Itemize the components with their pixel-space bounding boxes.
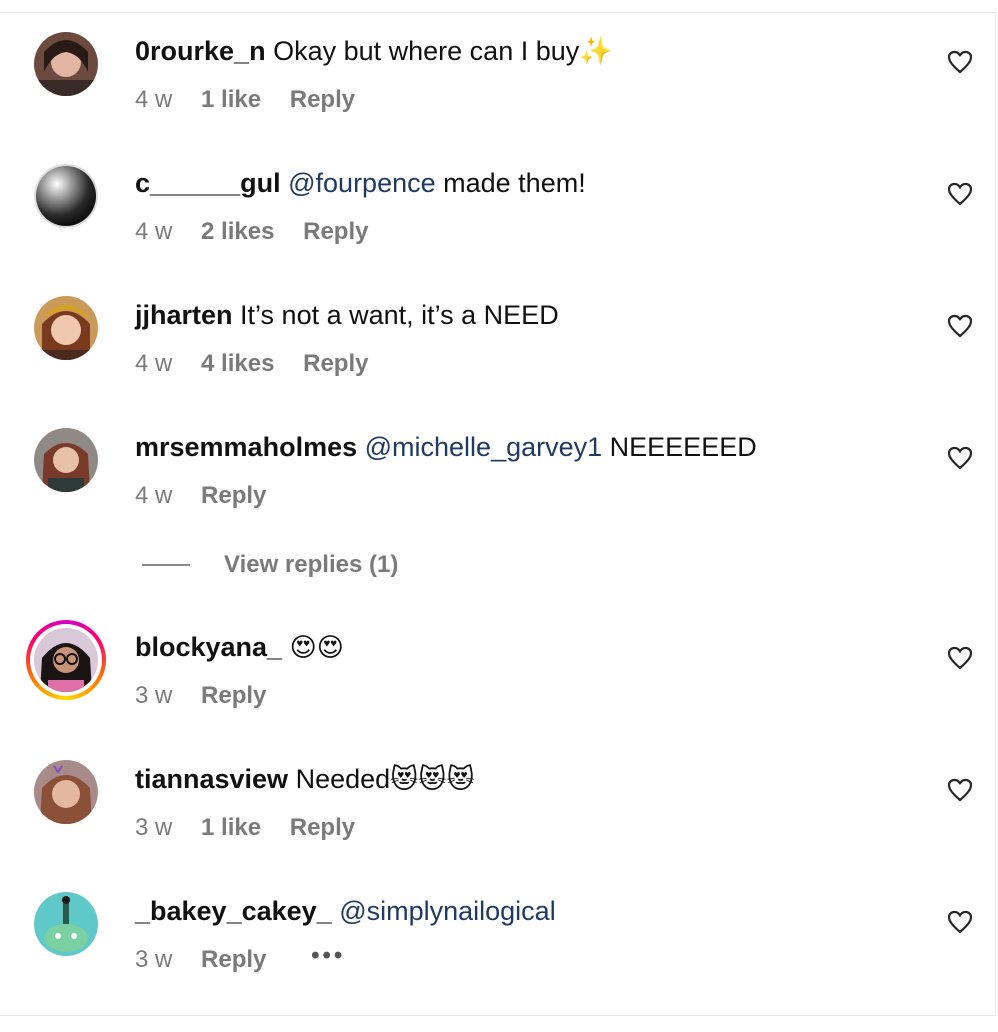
comment-meta: 3 w Reply (135, 681, 288, 711)
comment-line: tiannasview Needed😻😻😻 (135, 762, 475, 796)
comment-item: mrsemmaholmes @michelle_garvey1 NEEEEEED… (0, 396, 998, 509)
comment-time[interactable]: 4 w (135, 85, 172, 115)
reply-button[interactable]: Reply (201, 681, 266, 711)
story-ring[interactable] (26, 620, 106, 700)
comment-item: _bakey_cakey_ @simplynailogical 3 w Repl… (0, 860, 998, 973)
heart-outline-icon[interactable] (947, 778, 973, 802)
heart-outline-icon[interactable] (947, 910, 973, 934)
comment-text: NEEEEEED (609, 432, 757, 462)
reply-button[interactable]: Reply (290, 85, 355, 115)
comment-time[interactable]: 3 w (135, 681, 172, 711)
reply-button[interactable]: Reply (303, 349, 368, 379)
username-link[interactable]: tiannasview (135, 764, 288, 794)
comment-text: made them! (443, 168, 586, 198)
username-link[interactable]: 0rourke_n (135, 36, 266, 66)
username-link[interactable]: c______gul (135, 168, 281, 198)
username-link[interactable]: jjharten (135, 300, 233, 330)
view-replies-button[interactable]: View replies (1) (142, 551, 398, 583)
avatar[interactable] (34, 32, 98, 96)
comment-item: blockyana_ 😍😍 3 w Reply (0, 596, 998, 709)
username-link[interactable]: blockyana_ (135, 632, 282, 662)
comment-meta: 3 w 1 like Reply (135, 813, 377, 843)
comment-time[interactable]: 4 w (135, 349, 172, 379)
comment-line: 0rourke_n Okay but where can I buy✨ (135, 34, 613, 68)
mention-link[interactable]: @simplynailogical (339, 896, 556, 926)
comment-text: Okay but where can I buy✨ (273, 36, 613, 66)
view-replies-label[interactable]: View replies (1) (224, 551, 398, 578)
comment-meta: 4 w 1 like Reply (135, 85, 377, 115)
comment-line: c______gul @fourpence made them! (135, 166, 586, 200)
reply-button[interactable]: Reply (201, 481, 266, 511)
avatar[interactable] (34, 164, 98, 228)
comment-time[interactable]: 3 w (135, 945, 172, 975)
likes-count[interactable]: 2 likes (201, 217, 274, 247)
avatar[interactable] (34, 892, 98, 956)
more-dots-icon[interactable]: ••• (311, 941, 345, 971)
comment-text: 😍😍 (289, 632, 344, 662)
comment-meta: 4 w Reply (135, 481, 288, 511)
divider-line (142, 563, 190, 566)
comment-meta: 3 w Reply ••• (135, 942, 367, 975)
heart-outline-icon[interactable] (947, 314, 973, 338)
comment-line: _bakey_cakey_ @simplynailogical (135, 894, 556, 928)
comment-text: It’s not a want, it’s a NEED (240, 300, 559, 330)
avatar[interactable] (34, 296, 98, 360)
heart-outline-icon[interactable] (947, 182, 973, 206)
username-link[interactable]: mrsemmaholmes (135, 432, 357, 462)
comment-item: jjharten It’s not a want, it’s a NEED 4 … (0, 264, 998, 377)
comment-item: c______gul @fourpence made them! 4 w 2 l… (0, 132, 998, 245)
heart-outline-icon[interactable] (947, 646, 973, 670)
likes-count[interactable]: 4 likes (201, 349, 274, 379)
comment-time[interactable]: 4 w (135, 481, 172, 511)
comment-item: tiannasview Needed😻😻😻 3 w 1 like Reply (0, 728, 998, 841)
comment-text: Needed😻😻😻 (295, 764, 475, 794)
heart-outline-icon[interactable] (947, 446, 973, 470)
comment-meta: 4 w 2 likes Reply (135, 217, 390, 247)
username-link[interactable]: _bakey_cakey_ (135, 896, 332, 926)
comment-item: 0rourke_n Okay but where can I buy✨ 4 w … (0, 0, 998, 113)
avatar[interactable] (34, 628, 98, 692)
comment-line: blockyana_ 😍😍 (135, 630, 344, 664)
likes-count[interactable]: 1 like (201, 85, 261, 115)
reply-button[interactable]: Reply (290, 813, 355, 843)
comment-meta: 4 w 4 likes Reply (135, 349, 390, 379)
reply-button[interactable]: Reply (201, 945, 266, 975)
avatar[interactable] (34, 760, 98, 824)
mention-link[interactable]: @michelle_garvey1 (365, 432, 603, 462)
comment-line: jjharten It’s not a want, it’s a NEED (135, 298, 559, 332)
comment-time[interactable]: 3 w (135, 813, 172, 843)
comment-time[interactable]: 4 w (135, 217, 172, 247)
comment-line: mrsemmaholmes @michelle_garvey1 NEEEEEED (135, 430, 757, 464)
avatar[interactable] (34, 428, 98, 492)
reply-button[interactable]: Reply (303, 217, 368, 247)
mention-link[interactable]: @fourpence (288, 168, 436, 198)
heart-outline-icon[interactable] (947, 50, 973, 74)
likes-count[interactable]: 1 like (201, 813, 261, 843)
